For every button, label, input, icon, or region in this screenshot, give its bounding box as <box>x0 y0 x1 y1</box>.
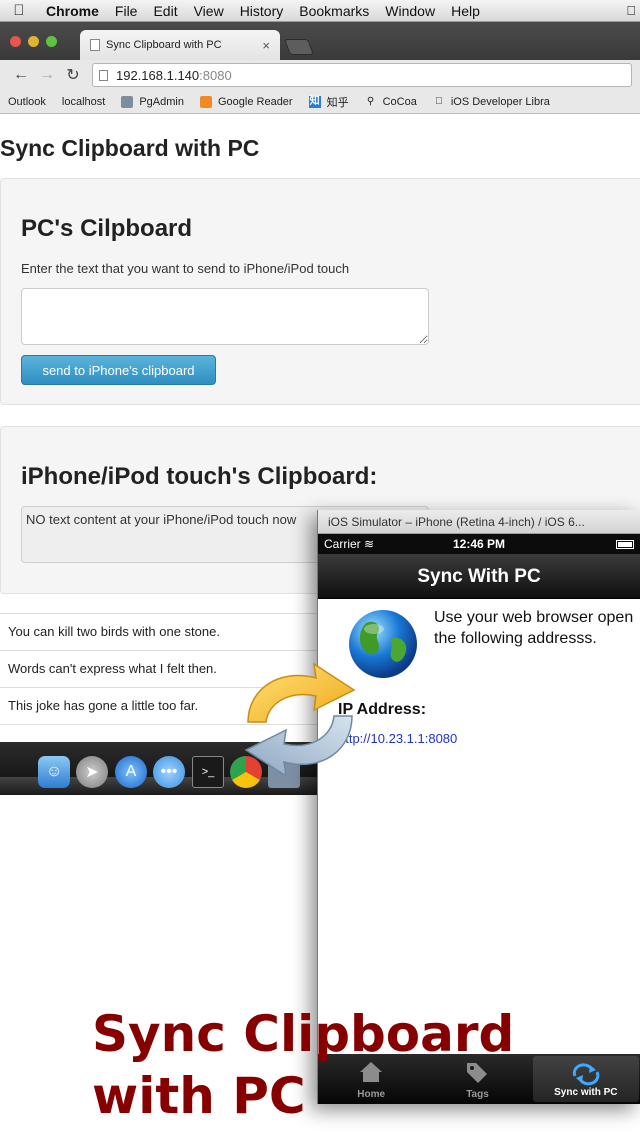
marketing-caption: Sync Clipboard with PC <box>92 1003 514 1127</box>
cocoa-icon: ⚲ <box>366 95 375 107</box>
ios-nav-bar-title: Sync With PC <box>318 554 640 599</box>
folder-icon <box>121 95 134 108</box>
forward-arrow-icon[interactable]: → <box>34 66 60 84</box>
bookmark-label: Google Reader <box>217 95 293 108</box>
page-title: Sync Clipboard with PC <box>0 135 260 161</box>
caption-line-1: Sync Clipboard <box>92 1005 515 1063</box>
battery-icon <box>616 539 634 549</box>
tab-sync-with-pc[interactable]: Sync with PC <box>532 1056 639 1102</box>
pc-clipboard-hint: Enter the text that you want to send to … <box>21 261 350 276</box>
simulator-title-bar[interactable]: iOS Simulator – iPhone (Retina 4-inch) /… <box>318 510 640 534</box>
bookmark-label: 知乎 <box>326 96 349 109</box>
new-tab-button[interactable] <box>284 39 314 55</box>
chrome-tab-strip: Sync Clipboard with PC × <box>0 22 640 60</box>
menu-bookmarks[interactable]: Bookmarks <box>291 3 377 19</box>
finder-icon[interactable]: ☺ <box>38 756 70 788</box>
instruction-text: Use your web browser open the following … <box>434 609 634 647</box>
bookmark-label: iOS Developer Libra <box>450 95 550 108</box>
status-time: 12:46 PM <box>452 537 506 551</box>
rss-icon <box>199 95 212 108</box>
bookmark-cocoa[interactable]: ⚲ CoCoa <box>365 96 417 108</box>
menu-edit[interactable]: Edit <box>145 3 185 19</box>
send-to-iphone-button[interactable]: send to iPhone's clipboard <box>21 355 216 385</box>
close-window-button[interactable] <box>10 36 21 47</box>
tab-close-icon[interactable]: × <box>262 38 270 53</box>
status-menu-icon[interactable]:  <box>626 3 636 18</box>
caption-line-2: with PC <box>92 1067 306 1125</box>
pc-clipboard-input[interactable] <box>21 288 429 345</box>
pc-clipboard-panel: PC's Cilpboard Enter the text that you w… <box>0 178 640 405</box>
bookmarks-bar: Outlook localhost PgAdmin Google Reader … <box>0 90 640 114</box>
menu-help[interactable]: Help <box>443 3 488 19</box>
bookmark-localhost[interactable]: localhost <box>62 96 105 108</box>
zoom-window-button[interactable] <box>46 36 57 47</box>
page-icon <box>99 69 108 81</box>
menu-view[interactable]: View <box>186 3 232 19</box>
back-arrow-icon[interactable]: ← <box>8 66 34 84</box>
terminal-icon[interactable]: >_ <box>192 756 224 788</box>
tab-title: Sync Clipboard with PC <box>106 39 222 51</box>
launchpad-icon[interactable]: ➤ <box>76 756 108 788</box>
app-store-icon[interactable]: A <box>115 756 147 788</box>
iphone-clipboard-heading: iPhone/iPod touch's Clipboard: <box>21 463 378 490</box>
tab-sync-label: Sync with PC <box>554 1087 618 1098</box>
menu-app-name[interactable]: Chrome <box>38 3 107 19</box>
url-host: 192.168.1.140 <box>116 67 200 83</box>
bookmark-ios-developer[interactable]:  iOS Developer Libra <box>433 96 550 108</box>
window-controls <box>10 36 57 47</box>
bookmark-label: CoCoa <box>382 95 417 108</box>
browser-toolbar: ← → ↻ 192.168.1.140:8080 <box>0 60 640 90</box>
bookmark-label: PgAdmin <box>139 95 184 108</box>
apple-icon:  <box>433 96 445 108</box>
ios-status-bar: Carrier ≋ 12:46 PM <box>318 534 640 554</box>
bookmark-outlook[interactable]: Outlook <box>8 96 46 108</box>
bookmark-label: localhost <box>61 95 106 108</box>
bookmark-pgadmin[interactable]: PgAdmin <box>121 95 184 108</box>
page-icon <box>90 39 100 51</box>
pc-clipboard-heading: PC's Cilpboard <box>21 215 193 242</box>
sync-arrows-icon <box>244 662 356 778</box>
menu-file[interactable]: File <box>107 3 146 19</box>
address-bar[interactable]: 192.168.1.140:8080 <box>92 63 632 87</box>
apple-menu-icon[interactable]:  <box>0 2 38 19</box>
minimize-window-button[interactable] <box>28 36 39 47</box>
sync-icon <box>572 1063 600 1086</box>
bookmark-zhihu[interactable]: 知知乎 <box>308 94 349 110</box>
menu-history[interactable]: History <box>232 3 292 19</box>
url-port: :8080 <box>199 67 232 83</box>
mac-menu-bar:  Chrome File Edit View History Bookmark… <box>0 0 640 22</box>
zhihu-icon: 知 <box>308 95 321 108</box>
bookmark-google-reader[interactable]: Google Reader <box>199 95 293 108</box>
reload-icon[interactable]: ↻ <box>60 65 86 85</box>
browser-tab[interactable]: Sync Clipboard with PC × <box>80 30 280 60</box>
messages-icon[interactable]: ••• <box>153 756 185 788</box>
menu-window[interactable]: Window <box>377 3 443 19</box>
bookmark-label: Outlook <box>8 95 46 108</box>
